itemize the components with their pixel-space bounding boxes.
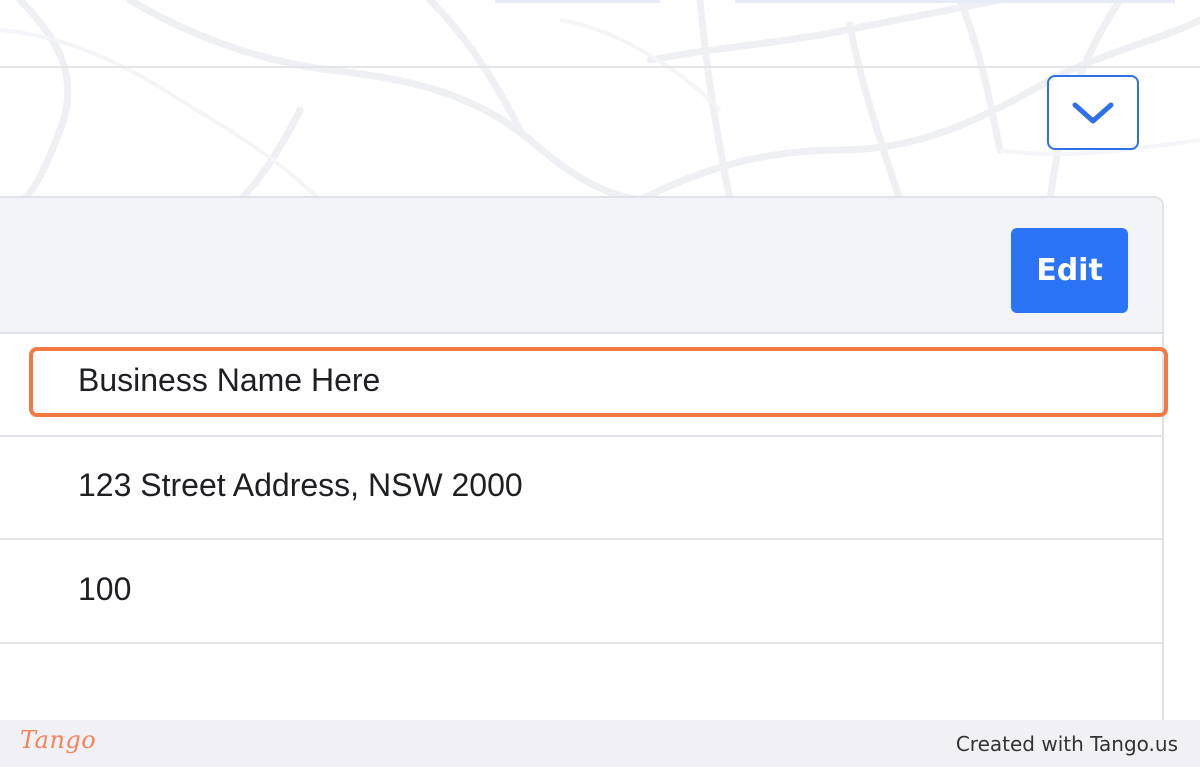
map-background [0, 0, 1200, 200]
tango-logo: Tango [20, 726, 97, 754]
business-name-row[interactable]: Business Name Here [0, 334, 1162, 437]
footer: Tango Created with Tango.us [0, 720, 1200, 767]
tab-indicator [735, 0, 1175, 3]
card-header: Edit [0, 198, 1162, 334]
business-name-value: Business Name Here [78, 362, 381, 398]
footer-credit: Created with Tango.us [955, 732, 1178, 756]
address-row[interactable]: 123 Street Address, NSW 2000 [0, 437, 1162, 540]
collapse-button[interactable] [1047, 75, 1139, 150]
screen: Edit Business Name Here 123 Street Addre… [0, 0, 1200, 767]
address-value: 123 Street Address, NSW 2000 [78, 467, 523, 503]
details-card: Edit Business Name Here 123 Street Addre… [0, 196, 1164, 767]
chevron-down-icon [1072, 102, 1114, 123]
header-divider [0, 66, 1200, 68]
number-value: 100 [78, 571, 132, 607]
tab-indicator [495, 0, 660, 3]
number-row[interactable]: 100 [0, 541, 1162, 644]
edit-button[interactable]: Edit [1011, 228, 1128, 313]
